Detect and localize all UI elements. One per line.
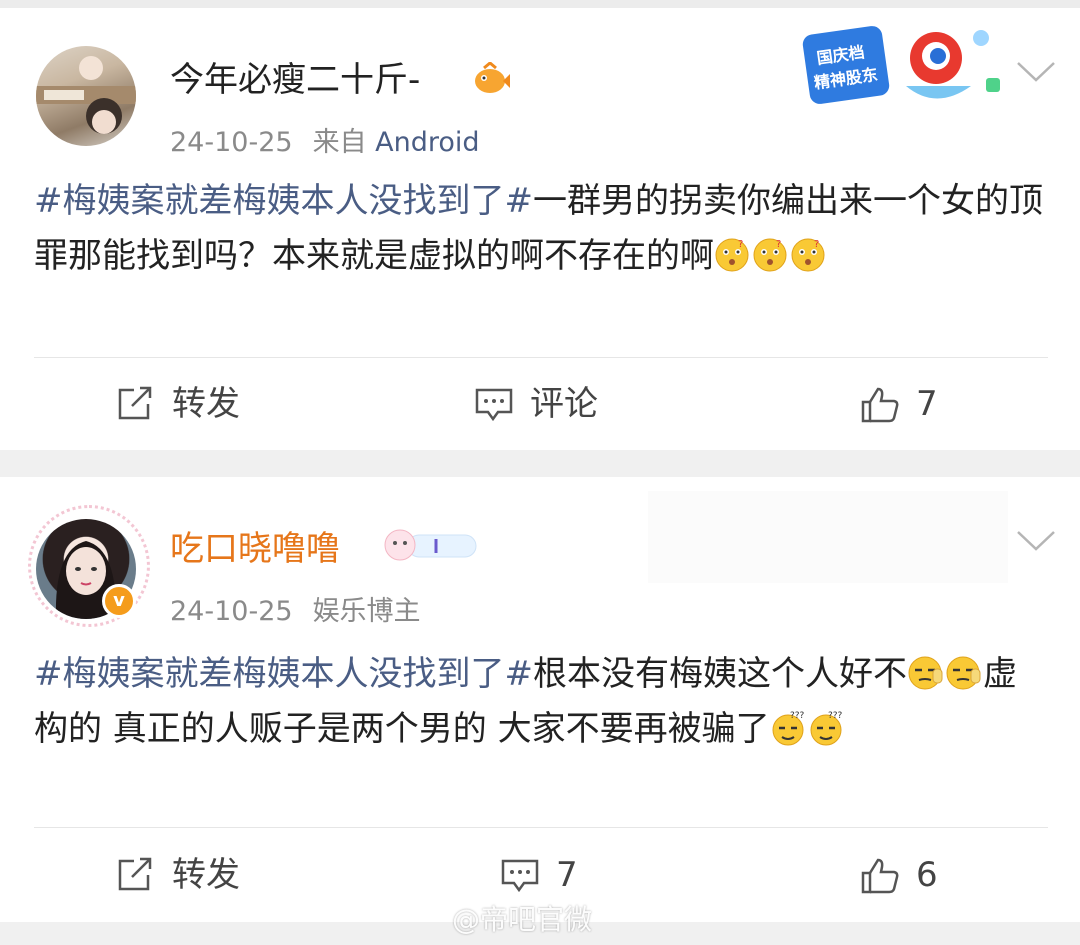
comment-icon [501, 859, 539, 893]
chevron-down-icon[interactable] [1016, 529, 1056, 553]
confused-emoji-icon: ? [791, 238, 825, 272]
confused-emoji-icon: ? [715, 238, 749, 272]
member-medal-icon [384, 529, 477, 561]
watermark: @帝吧官微 [452, 903, 593, 936]
avatar[interactable] [36, 46, 136, 146]
post-content: #梅姨案就差梅姨本人没找到了#根本没有梅姨这个人好不 虚构的 真正的人贩子是两个男… [34, 647, 1048, 757]
dizzy-emoji-icon: ??? [772, 711, 805, 746]
post-date: 24-10-25 [170, 127, 293, 158]
national-day-badge[interactable]: 国庆档 精神股东 [796, 16, 1006, 116]
thumbs-up-icon [861, 387, 899, 423]
verified-badge-icon: v [102, 584, 136, 618]
svg-text:?: ? [738, 239, 743, 250]
hashtag-link[interactable]: #梅姨案就差梅姨本人没找到了# [34, 181, 533, 221]
like-count: 7 [916, 384, 938, 424]
post-meta: 24-10-25 娱乐博主 [170, 589, 421, 628]
comment-count: 7 [556, 855, 578, 895]
repost-icon [118, 386, 152, 420]
post-card[interactable]: 今年必瘦二十斤- 24-10-25 来自 Android 国庆档 精神股东 #梅姨… [0, 8, 1080, 450]
source-name[interactable]: Android [375, 127, 479, 158]
divider [34, 827, 1048, 828]
source-prefix: 来自 [312, 127, 367, 158]
svg-text:???: ??? [790, 711, 805, 721]
svg-text:?: ? [814, 239, 819, 250]
post-meta: 24-10-25 来自 Android [170, 120, 480, 159]
smug-emoji-icon [908, 656, 943, 690]
repost-label: 转发 [172, 384, 240, 424]
comment-label: 评论 [530, 384, 598, 424]
verified-title: 娱乐博主 [312, 596, 421, 627]
dizzy-emoji-icon: ??? [810, 711, 843, 746]
username[interactable]: 吃口晓噜噜 [170, 529, 340, 569]
post-card[interactable]: v 吃口晓噜噜 24-10-25 娱乐博主 #梅姨案就差梅姨本人没找到了#根本没有… [0, 477, 1080, 922]
thumbs-up-icon [861, 858, 899, 894]
post-content: #梅姨案就差梅姨本人没找到了#一群男的拐卖你编出来一个女的顶罪那能找到吗？本来就… [34, 174, 1048, 284]
svg-text:?: ? [776, 239, 781, 250]
hashtag-link[interactable]: #梅姨案就差梅姨本人没找到了# [34, 654, 533, 694]
confused-emoji-icon: ? [753, 238, 787, 272]
like-count: 6 [916, 855, 938, 895]
username[interactable]: 今年必瘦二十斤- [170, 60, 420, 100]
post-text-part1: 根本没有梅姨这个人好不 [532, 654, 907, 694]
decoration-area [648, 491, 1008, 583]
smug-emoji-icon [946, 656, 981, 690]
post-date: 24-10-25 [170, 596, 293, 627]
repost-label: 转发 [172, 855, 240, 895]
divider [34, 357, 1048, 358]
svg-text:???: ??? [828, 711, 843, 721]
fish-badge-icon [475, 62, 510, 93]
comment-icon [475, 388, 513, 422]
top-separator [0, 0, 1080, 8]
repost-icon [118, 857, 152, 891]
chevron-down-icon[interactable] [1016, 60, 1056, 84]
